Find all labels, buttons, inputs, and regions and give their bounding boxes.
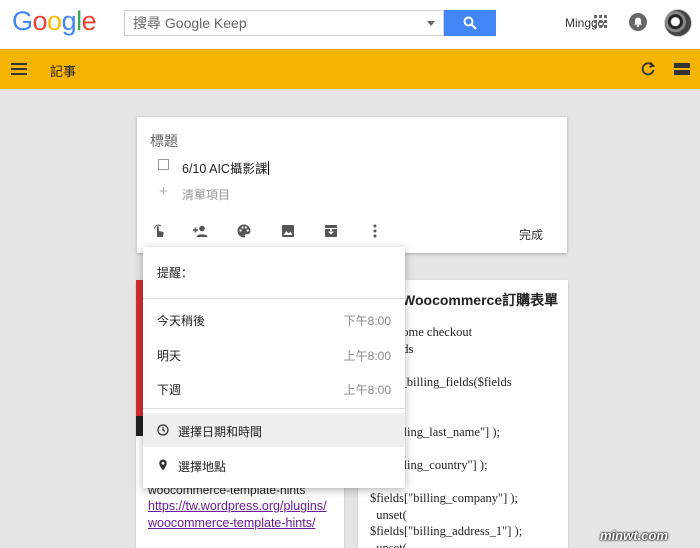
palette-icon[interactable]: [236, 223, 252, 239]
logo-letter: g: [61, 6, 77, 36]
title-input[interactable]: 標題: [150, 131, 178, 151]
notifications-bell-icon[interactable]: [629, 13, 647, 31]
note-title: Woocommerce訂購表單: [402, 292, 559, 308]
reminder-option-tomorrow[interactable]: 明天 上午8:00: [143, 337, 405, 371]
list-view-icon[interactable]: [674, 63, 690, 75]
note-editor: 標題 6/10 AIC攝影課 + 清單項目 完成: [137, 117, 567, 253]
divider: [143, 408, 405, 409]
search-icon: [463, 16, 477, 30]
done-button[interactable]: 完成: [519, 226, 543, 243]
more-icon[interactable]: [367, 223, 383, 239]
reminder-option-next-week[interactable]: 下週 上午8:00: [143, 371, 405, 405]
image-icon[interactable]: [280, 223, 296, 239]
logo-letter: e: [81, 6, 97, 36]
pick-place-option[interactable]: 選擇地點: [143, 448, 405, 482]
add-icon: +: [159, 183, 168, 200]
location-pin-icon: [159, 459, 167, 471]
refresh-icon[interactable]: [640, 61, 656, 77]
logo-letter: o: [32, 6, 48, 36]
apps-grid-icon[interactable]: [594, 15, 608, 29]
option-label: 今天稍後: [157, 314, 206, 328]
option-time: 上午8:00: [343, 349, 391, 363]
option-label: 選擇日期和時間: [178, 425, 263, 439]
app-header: 記事: [0, 49, 700, 89]
divider: [143, 298, 405, 299]
search-box[interactable]: [124, 10, 444, 36]
add-list-item-input[interactable]: 清單項目: [182, 186, 230, 203]
note-link[interactable]: https://tw.wordpress.org/plugins/woocomm…: [148, 498, 333, 532]
menu-icon[interactable]: [11, 63, 27, 75]
reminder-option-later-today[interactable]: 今天稍後 下午8:00: [143, 302, 405, 336]
logo-letter: G: [12, 6, 33, 36]
chevron-down-icon[interactable]: [427, 21, 435, 26]
pick-date-time-option[interactable]: 選擇日期和時間: [143, 413, 405, 447]
google-logo[interactable]: Google: [12, 6, 97, 37]
list-item-text[interactable]: 6/10 AIC攝影課: [182, 158, 270, 177]
list-item-label: 6/10 AIC攝影課: [182, 162, 268, 176]
option-label: 下週: [157, 383, 182, 397]
clock-icon: [157, 424, 169, 436]
option-time: 下午8:00: [343, 314, 391, 328]
remind-me-icon[interactable]: [151, 223, 167, 239]
search-input[interactable]: [133, 14, 413, 32]
text-cursor: [268, 161, 270, 175]
archive-icon[interactable]: [323, 223, 339, 239]
google-bar: Google Minggo: [0, 0, 700, 49]
option-time: 上午8:00: [343, 383, 391, 397]
list-item-checkbox[interactable]: [158, 159, 169, 170]
collaborator-icon[interactable]: [192, 223, 208, 239]
reminder-menu: 提醒： 今天稍後 下午8:00 明天 上午8:00 下週 上午8:00 選擇日期…: [143, 247, 405, 488]
option-label: 選擇地點: [178, 460, 227, 474]
menu-header: 提醒：: [157, 266, 194, 280]
search-button[interactable]: [444, 10, 496, 36]
logo-letter: o: [47, 6, 62, 36]
option-label: 明天: [157, 349, 182, 363]
page-title: 記事: [50, 64, 77, 79]
watermark: minwt.com: [600, 528, 668, 543]
avatar[interactable]: [664, 9, 692, 37]
